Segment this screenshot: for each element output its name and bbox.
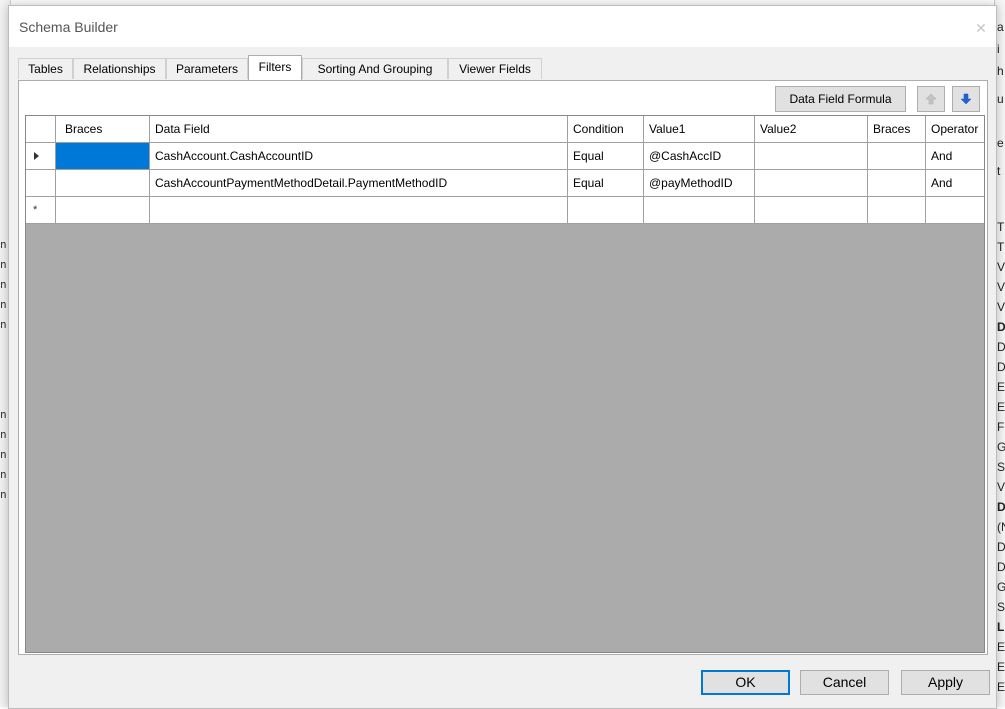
cell-condition[interactable] [568, 197, 644, 224]
column-header-condition[interactable]: Condition [568, 116, 644, 143]
background-text-fragment: t [997, 164, 1001, 178]
move-up-button[interactable] [917, 86, 945, 112]
background-text-fragment: h [997, 64, 1004, 78]
title-bar: Schema Builder ✕ [9, 6, 996, 47]
cell-data-field[interactable]: CashAccountPaymentMethodDetail.PaymentMe… [150, 170, 568, 197]
cell-condition[interactable]: Equal [568, 143, 644, 170]
data-field-formula-button[interactable]: Data Field Formula [775, 86, 906, 112]
background-text-fragment: L [997, 620, 1005, 634]
background-text-fragment: a [997, 20, 1004, 34]
background-text-fragment: F [997, 420, 1005, 434]
tab-viewer-fields[interactable]: Viewer Fields [448, 58, 542, 79]
background-text-fragment: E [997, 660, 1005, 674]
cell-braces-open[interactable] [56, 197, 150, 224]
cell-braces-close[interactable] [868, 143, 926, 170]
cell-operator[interactable] [926, 197, 984, 224]
background-text-fragment: T [997, 240, 1005, 254]
column-header-braces-open[interactable]: Braces [56, 116, 150, 143]
arrow-up-icon [925, 93, 937, 105]
background-text-fragment: E [997, 680, 1005, 694]
row-header-new[interactable]: * [26, 197, 56, 224]
background-text-fragment: S [997, 600, 1005, 614]
column-header-operator[interactable]: Operator [926, 116, 984, 143]
close-button[interactable]: ✕ [966, 6, 996, 47]
background-text-fragment: V [997, 300, 1005, 314]
background-text-fragment: D [997, 360, 1005, 374]
cell-value1[interactable] [644, 197, 755, 224]
tab-filters[interactable]: Filters [248, 55, 302, 80]
schema-builder-dialog: Schema Builder ✕ Tables Relationships Pa… [8, 5, 997, 709]
background-text-fragment: u [997, 92, 1004, 106]
background-text-fragment: E [997, 640, 1005, 654]
cell-value2[interactable] [755, 143, 868, 170]
background-text-fragment: S [997, 460, 1005, 474]
arrow-down-icon [960, 93, 972, 105]
column-header-value2[interactable]: Value2 [755, 116, 868, 143]
background-text-fragment: G [997, 578, 1005, 596]
new-row-asterisk-icon: * [33, 204, 38, 216]
cell-braces-close[interactable] [868, 170, 926, 197]
background-text-fragment: T [997, 220, 1005, 234]
cell-condition[interactable]: Equal [568, 170, 644, 197]
cell-value2[interactable] [755, 170, 868, 197]
filters-data-grid[interactable]: Braces Data Field Condition Value1 Value… [25, 115, 985, 653]
background-text-fragment: E [997, 400, 1005, 414]
table-row[interactable]: CashAccountPaymentMethodDetail.PaymentMe… [26, 170, 984, 197]
column-header-braces-close[interactable]: Braces [868, 116, 926, 143]
tab-parameters[interactable]: Parameters [166, 58, 248, 79]
background-text-fragment: V [997, 480, 1005, 494]
cell-data-field[interactable]: CashAccount.CashAccountID [150, 143, 568, 170]
current-row-arrow-icon [34, 152, 39, 160]
background-text-fragment: V [997, 260, 1005, 274]
cell-value1[interactable]: @payMethodID [644, 170, 755, 197]
background-text-fragment: e [997, 136, 1004, 150]
cell-operator[interactable]: And [926, 170, 984, 197]
cell-data-field[interactable] [150, 197, 568, 224]
background-text-fragment: D [997, 560, 1005, 574]
new-row[interactable]: * [26, 197, 984, 224]
background-text-fragment: G [997, 438, 1005, 456]
ok-button[interactable]: OK [701, 670, 790, 695]
row-header-current[interactable] [26, 143, 56, 170]
column-header-value1[interactable]: Value1 [644, 116, 755, 143]
background-text-fragment: D [997, 340, 1005, 354]
cell-value1[interactable]: @CashAccID [644, 143, 755, 170]
background-text-fragment: D [997, 540, 1005, 554]
background-text-fragment: V [997, 280, 1005, 294]
move-down-button[interactable] [952, 86, 980, 112]
row-header[interactable] [26, 170, 56, 197]
cell-braces-open[interactable] [56, 170, 150, 197]
apply-button[interactable]: Apply [901, 670, 990, 695]
background-text-fragment: D [997, 500, 1005, 514]
cell-operator[interactable]: And [926, 143, 984, 170]
header-corner-cell [26, 116, 56, 143]
cell-value2[interactable] [755, 197, 868, 224]
tab-relationships[interactable]: Relationships [73, 58, 166, 79]
table-row[interactable]: CashAccount.CashAccountID Equal @CashAcc… [26, 143, 984, 170]
background-text-fragment: (N [997, 520, 1005, 534]
cell-braces-close[interactable] [868, 197, 926, 224]
grid-header-row: Braces Data Field Condition Value1 Value… [26, 116, 984, 143]
cell-braces-open[interactable] [56, 143, 150, 170]
column-header-data-field[interactable]: Data Field [150, 116, 568, 143]
window-title: Schema Builder [19, 19, 118, 35]
background-text-fragment: E [997, 380, 1005, 394]
background-text-fragment: i [997, 42, 1000, 56]
tab-sorting-and-grouping[interactable]: Sorting And Grouping [302, 58, 448, 79]
background-text-fragment: D [997, 320, 1005, 334]
tab-tables[interactable]: Tables [18, 58, 73, 79]
cancel-button[interactable]: Cancel [800, 670, 889, 695]
